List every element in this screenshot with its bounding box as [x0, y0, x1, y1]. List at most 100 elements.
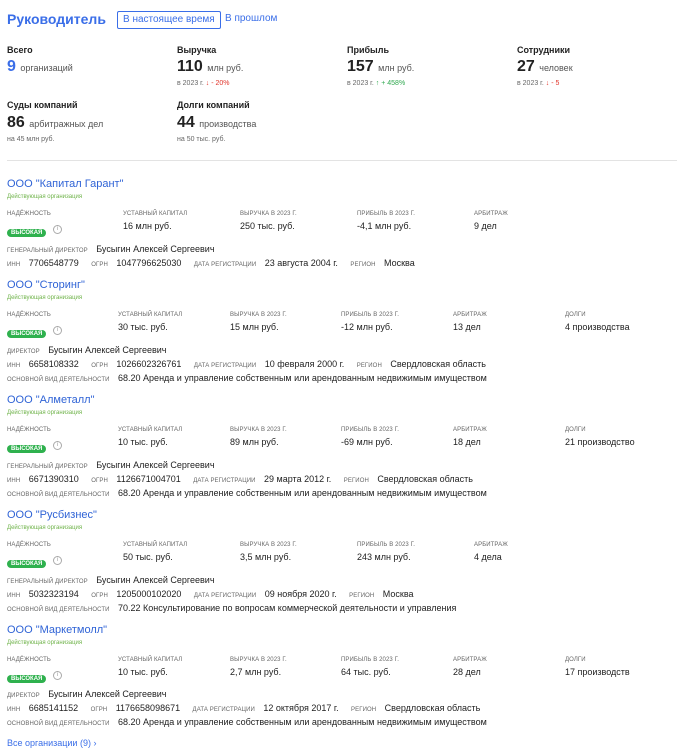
- reliability-label: Надёжность: [7, 542, 51, 548]
- revenue-label: Выручка в 2023 г.: [230, 312, 287, 318]
- region-value: Москва: [384, 258, 415, 268]
- stat-profit-unit: млн руб.: [378, 63, 415, 73]
- reliability-label: Надёжность: [7, 427, 51, 433]
- reliability: ВЫСОКАЯ i: [7, 322, 62, 340]
- arbitration-value[interactable]: 18 дел: [453, 437, 481, 447]
- revenue-value: 3,5 млн руб.: [240, 552, 292, 562]
- activity-value: 70.22 Консультирование по вопросам комме…: [118, 603, 457, 613]
- activity-row: Основной вид деятельности 68.20 Аренда и…: [7, 712, 487, 730]
- activity-label: Основной вид деятельности: [7, 607, 110, 613]
- reliability-badge: ВЫСОКАЯ: [7, 675, 47, 683]
- company-name[interactable]: ООО "Алметалл": [7, 394, 94, 406]
- capital-value: 10 тыс. руб.: [118, 437, 168, 447]
- arbitration-value[interactable]: 4 дела: [474, 552, 502, 562]
- stat-total-unit: организаций: [20, 63, 73, 73]
- profit-label: Прибыль в 2023 г.: [341, 657, 399, 663]
- stat-courts-value[interactable]: 86: [7, 114, 25, 131]
- reliability: ВЫСОКАЯ i: [7, 667, 62, 685]
- stat-total-value[interactable]: 9: [7, 58, 16, 75]
- company-status: Действующая организация: [7, 640, 83, 646]
- revenue-value: 250 тыс. руб.: [240, 221, 295, 231]
- stat-debts-label: Долги компаний: [177, 100, 250, 110]
- profit-value: 64 тыс. руб.: [341, 667, 391, 677]
- profit-label: Прибыль в 2023 г.: [357, 211, 415, 217]
- stat-debts-unit: производства: [199, 119, 257, 129]
- capital-label: Уставный капитал: [118, 657, 183, 663]
- revenue-label: Выручка в 2023 г.: [230, 427, 287, 433]
- debts-value[interactable]: 17 производств: [565, 667, 630, 677]
- reliability-label: Надёжность: [7, 657, 51, 663]
- capital-label: Уставный капитал: [123, 542, 188, 548]
- reg-date-label: Дата регистрации: [193, 262, 257, 268]
- stat-profit-year: в 2023 г.: [347, 80, 374, 87]
- debts-value[interactable]: 21 производство: [565, 437, 635, 447]
- company-status: Действующая организация: [7, 295, 83, 301]
- tab-current[interactable]: В настоящее время: [117, 11, 221, 29]
- info-icon[interactable]: i: [52, 225, 62, 235]
- stat-total: 9 организаций: [7, 58, 73, 76]
- tab-past[interactable]: В прошлом: [225, 13, 277, 24]
- activity-value: 68.20 Аренда и управление собственным ил…: [118, 488, 487, 498]
- debts-label: Долги: [565, 312, 586, 318]
- reliability-badge: ВЫСОКАЯ: [7, 229, 47, 237]
- profit-label: Прибыль в 2023 г.: [341, 312, 399, 318]
- region-label: Регион: [350, 262, 376, 268]
- stat-employees-unit: человек: [539, 63, 573, 73]
- profit-value: 243 млн руб.: [357, 552, 411, 562]
- stat-courts-unit: арбитражных дел: [29, 119, 104, 129]
- activity-row: Основной вид деятельности 70.22 Консульт…: [7, 598, 456, 616]
- company-name[interactable]: ООО "Маркетмолл": [7, 624, 107, 636]
- arbitration-value[interactable]: 28 дел: [453, 667, 481, 677]
- arbitration-value[interactable]: 9 дел: [474, 221, 497, 231]
- stat-profit-value: 157: [347, 58, 374, 75]
- stat-revenue-unit: млн руб.: [207, 63, 244, 73]
- capital-label: Уставный капитал: [118, 427, 183, 433]
- inn-value: 7706548779: [28, 258, 79, 268]
- stat-courts-sub: на 45 млн руб.: [7, 136, 55, 143]
- revenue-label: Выручка в 2023 г.: [240, 542, 297, 548]
- stat-debts-sub: на 50 тыс. руб.: [177, 136, 226, 143]
- reliability-label: Надёжность: [7, 312, 51, 318]
- capital-value: 16 млн руб.: [123, 221, 172, 231]
- stat-revenue-value: 110: [177, 58, 203, 75]
- revenue-label: Выручка в 2023 г.: [230, 657, 287, 663]
- company-status: Действующая организация: [7, 410, 83, 416]
- profit-label: Прибыль в 2023 г.: [357, 542, 415, 548]
- company-name[interactable]: ООО "Русбизнес": [7, 509, 97, 521]
- capital-label: Уставный капитал: [118, 312, 183, 318]
- company-name[interactable]: ООО "Сторинг": [7, 279, 85, 291]
- stat-profit-sub: в 2023 г. ↑ + 458%: [347, 80, 405, 87]
- capital-value: 50 тыс. руб.: [123, 552, 173, 562]
- activity-label: Основной вид деятельности: [7, 492, 110, 498]
- stat-employees-change: ↓ - 5: [545, 80, 560, 87]
- info-icon[interactable]: i: [52, 671, 62, 681]
- reliability-label: Надёжность: [7, 211, 51, 217]
- inn-label: ИНН: [7, 262, 21, 268]
- company-status: Действующая организация: [7, 525, 83, 531]
- stat-employees-sub: в 2023 г. ↓ - 5: [517, 80, 559, 87]
- activity-value: 68.20 Аренда и управление собственным ил…: [118, 373, 487, 383]
- company-name[interactable]: ООО "Капитал Гарант": [7, 178, 123, 190]
- activity-label: Основной вид деятельности: [7, 377, 110, 383]
- stat-employees-value: 27: [517, 58, 535, 75]
- stat-profit-label: Прибыль: [347, 45, 389, 55]
- info-icon[interactable]: i: [52, 326, 62, 336]
- reliability-badge: ВЫСОКАЯ: [7, 560, 47, 568]
- stat-total-label: Всего: [7, 45, 33, 55]
- revenue-value: 89 млн руб.: [230, 437, 279, 447]
- arbitration-value[interactable]: 13 дел: [453, 322, 481, 332]
- reliability: ВЫСОКАЯ i: [7, 552, 62, 570]
- company-status: Действующая организация: [7, 194, 83, 200]
- profit-label: Прибыль в 2023 г.: [341, 427, 399, 433]
- info-icon[interactable]: i: [52, 441, 62, 451]
- reliability: ВЫСОКАЯ i: [7, 221, 62, 239]
- stat-employees: 27 человек: [517, 58, 573, 76]
- arbitration-label: Арбитраж: [453, 312, 487, 318]
- ogrn-value: 1047796625030: [116, 258, 182, 268]
- all-organizations-link[interactable]: Все организации (9) ›: [7, 738, 96, 748]
- reg-date-value: 23 августа 2004 г.: [264, 258, 338, 268]
- info-icon[interactable]: i: [52, 556, 62, 566]
- stat-debts: 44 производства: [177, 114, 256, 132]
- stat-debts-value[interactable]: 44: [177, 114, 195, 131]
- debts-value[interactable]: 4 производства: [565, 322, 630, 332]
